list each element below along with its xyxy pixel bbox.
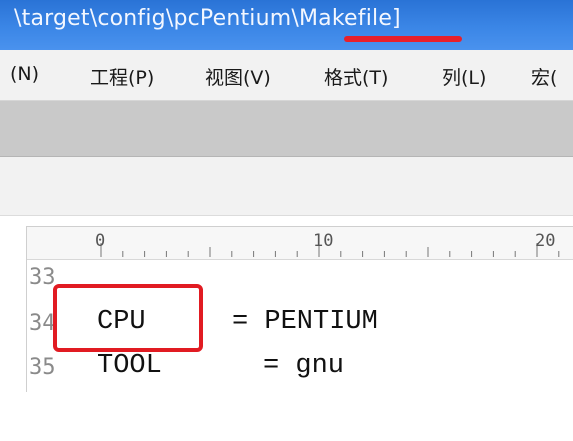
line-number: 33 (29, 265, 56, 290)
ruler-mark-0: 0 (95, 231, 106, 251)
code-line: 35 TOOL = gnu (27, 351, 573, 387)
line-number: 35 (29, 355, 56, 380)
window-titlebar: \target\config\pcPentium\Makefile] (0, 0, 573, 50)
column-ruler: 0 10 20 (27, 227, 573, 260)
toolbar-secondary (0, 157, 573, 216)
variable-value: = gnu (263, 351, 345, 381)
window-title: \target\config\pcPentium\Makefile] (14, 6, 401, 31)
menu-bar: (N) 工程(P) 视图(V) 格式(T) 列(L) 宏( (0, 50, 573, 101)
menu-item-macro[interactable]: 宏( (531, 63, 557, 90)
menu-item-format[interactable]: 格式(T) (324, 63, 388, 90)
line-number: 34 (29, 311, 56, 336)
ruler-ticks (100, 243, 560, 257)
menu-item-project[interactable]: 工程(P) (90, 63, 154, 90)
menu-item-column[interactable]: 列(L) (442, 63, 486, 90)
variable-value: = PENTIUM (232, 307, 378, 337)
title-annotation-underline (344, 36, 462, 42)
toolbar (0, 101, 573, 157)
editor-gap (0, 216, 573, 226)
ruler-mark-10: 10 (313, 231, 334, 251)
ruler-mark-20: 20 (535, 231, 556, 251)
menu-item-view[interactable]: 视图(V) (205, 63, 271, 90)
menu-item-file-shortcut[interactable]: (N) (10, 63, 39, 85)
variable-name: TOOL (97, 351, 162, 381)
annotation-highlight-box (53, 284, 203, 352)
